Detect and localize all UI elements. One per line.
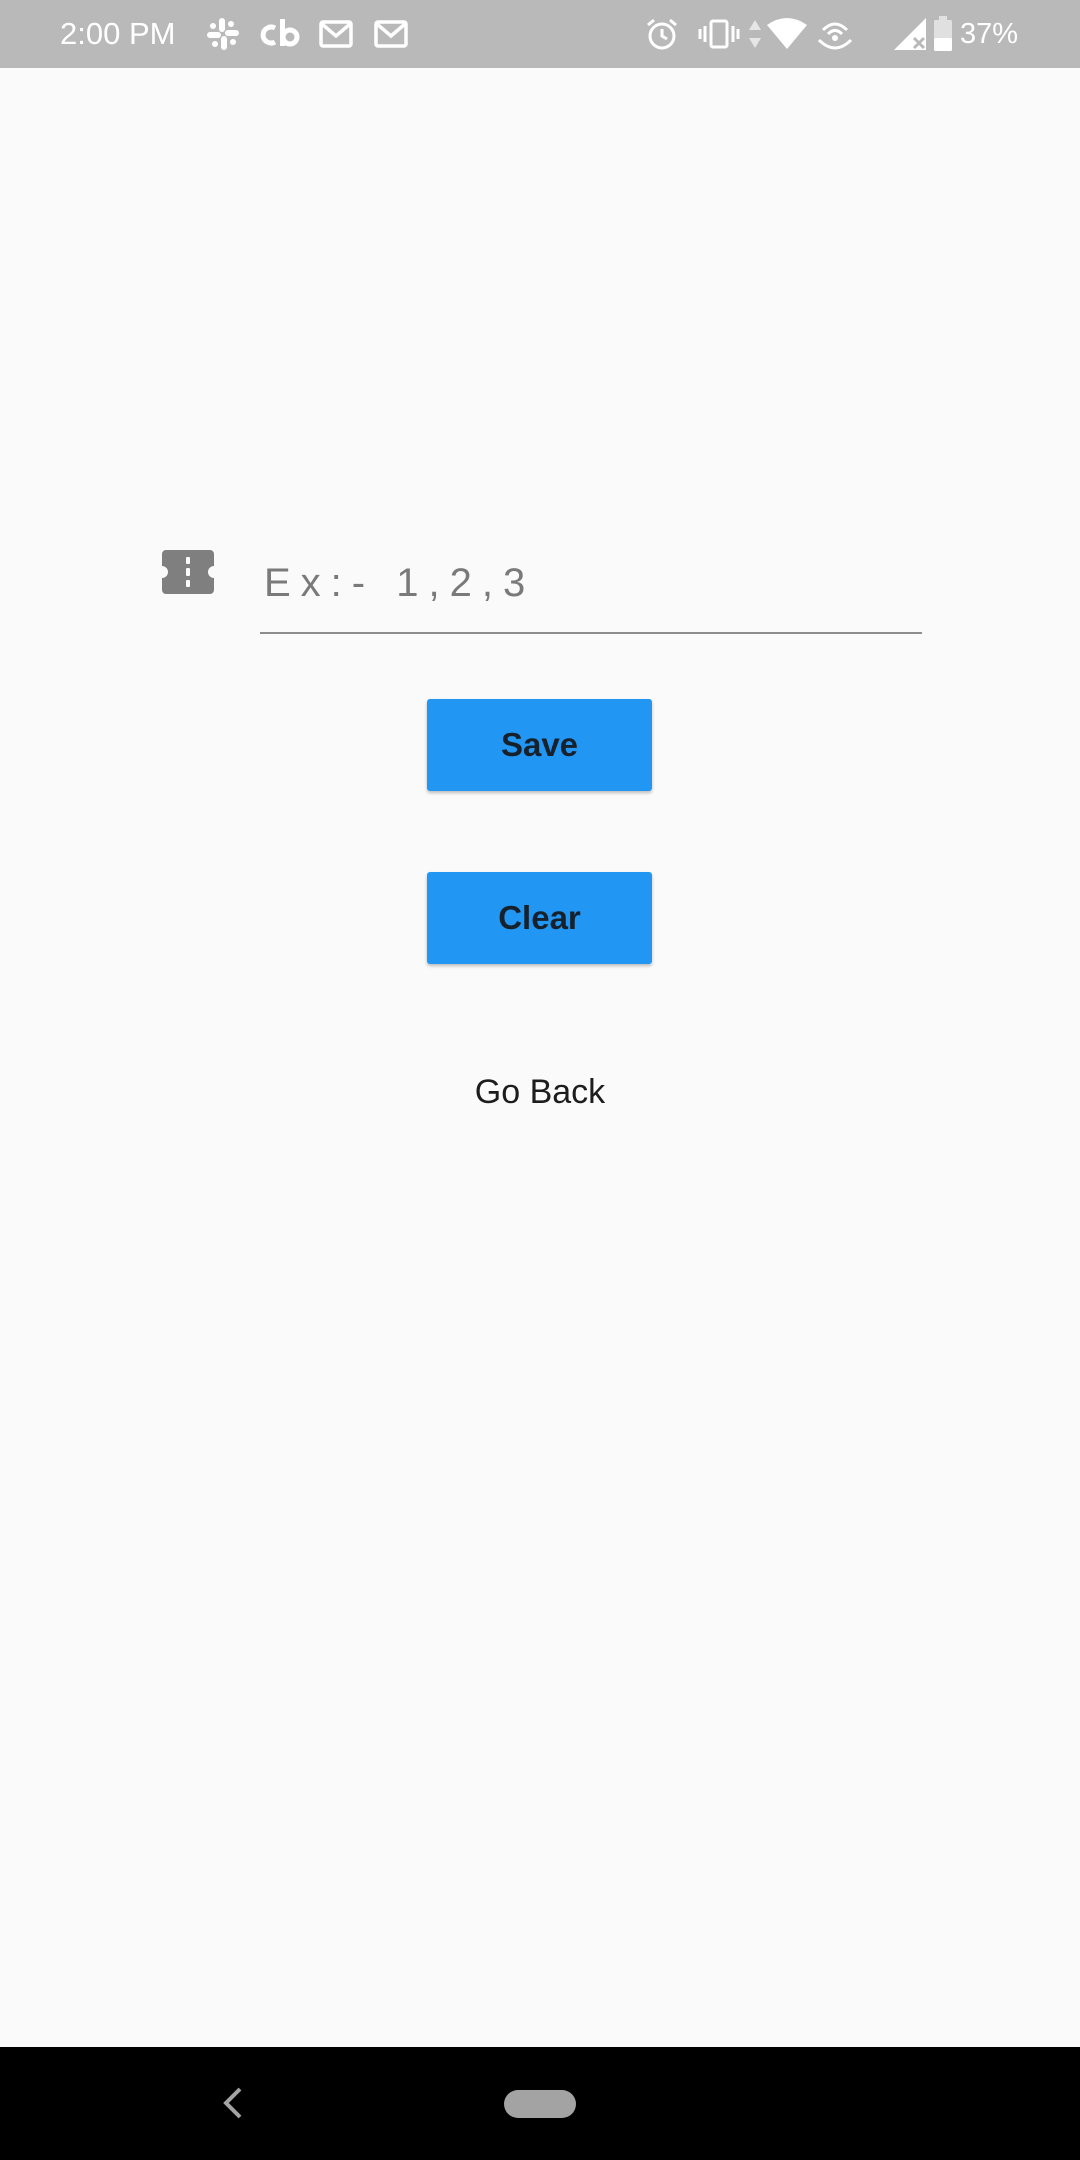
ticket-icon: [162, 550, 214, 594]
slack-icon: [207, 18, 239, 50]
signal-no-service-icon: [894, 18, 926, 50]
app-screen: 2:00 PM 37% Ex:- 1,2,3 Save Clear Go Bac…: [0, 0, 1080, 2160]
wifi-icon: [767, 18, 807, 49]
navigation-bar: [0, 2047, 1080, 2160]
battery-percent: 37%: [959, 18, 1018, 50]
gmail-icon: [374, 20, 408, 48]
hotspot-icon: [817, 22, 853, 50]
status-bar: 2:00 PM 37%: [0, 0, 1080, 68]
cb-icon: [260, 19, 300, 47]
gmail-icon: [319, 20, 353, 48]
vibrate-icon: [698, 19, 740, 49]
clear-button[interactable]: Clear: [427, 872, 652, 964]
status-time: 2:00 PM: [60, 16, 176, 51]
numbers-input[interactable]: [260, 534, 922, 634]
alarm-icon: [647, 18, 677, 50]
chevron-left-icon[interactable]: [218, 2083, 248, 2123]
save-button[interactable]: Save: [427, 699, 652, 791]
data-arrows-icon: [749, 20, 761, 48]
home-pill-icon[interactable]: [504, 2090, 576, 2118]
go-back-button[interactable]: Go Back: [390, 1052, 690, 1132]
battery-icon: [934, 16, 952, 51]
